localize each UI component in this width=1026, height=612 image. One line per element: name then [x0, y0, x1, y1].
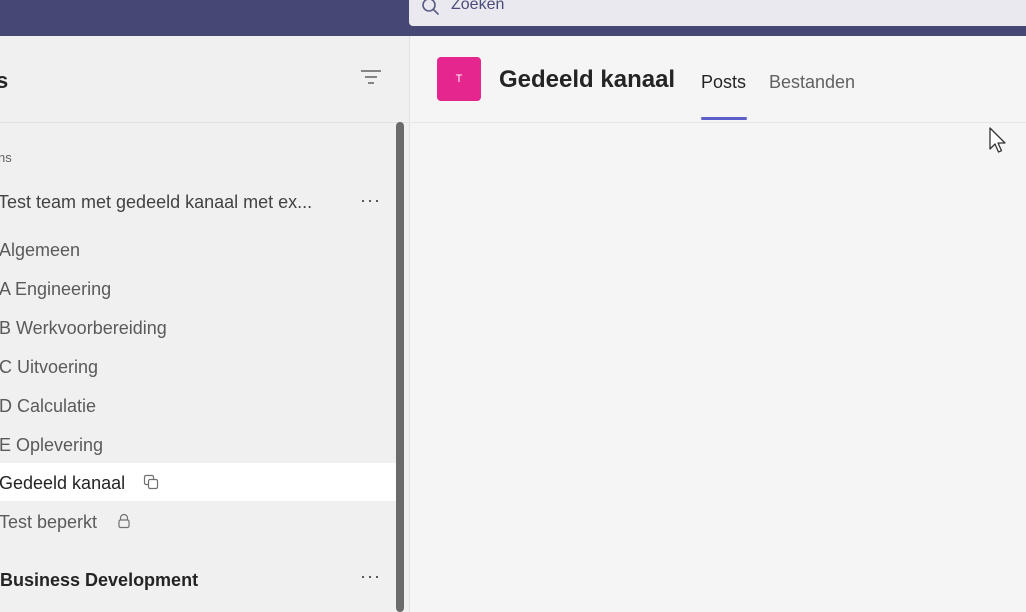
channel-item-algemeen[interactable]: Algemeen — [0, 230, 396, 268]
channel-label: A Engineering — [0, 279, 112, 299]
channel-avatar: T — [437, 57, 481, 101]
channel-label: Gedeeld kanaal — [0, 473, 126, 493]
search-box[interactable]: Zoeken — [409, 0, 1026, 26]
teams-panel-header: s — [0, 36, 408, 123]
section-label: ns — [0, 150, 12, 165]
filter-icon[interactable] — [360, 68, 382, 86]
channel-item-uitvoering[interactable]: C Uitvoering — [0, 347, 396, 385]
channel-label: Test beperkt — [0, 512, 98, 532]
team-more-options-icon[interactable]: ··· — [360, 190, 381, 211]
channel-label: C Uitvoering — [0, 357, 99, 377]
active-tab-indicator — [701, 117, 747, 120]
tab-bestanden[interactable]: Bestanden — [769, 72, 855, 93]
channel-label: B Werkvoorbereiding — [0, 318, 167, 338]
shared-channel-icon — [143, 474, 159, 490]
channel-item-engineering[interactable]: A Engineering — [0, 269, 396, 307]
top-bar: Zoeken — [0, 0, 1026, 36]
search-placeholder: Zoeken — [451, 0, 505, 13]
tab-posts[interactable]: Posts — [701, 72, 746, 93]
channel-header: T Gedeeld kanaal Posts Bestanden — [410, 36, 1026, 123]
channel-label: E Oplevering — [0, 435, 104, 455]
channel-item-calculatie[interactable]: D Calculatie — [0, 386, 396, 424]
team-more-options-icon[interactable]: ··· — [360, 566, 381, 587]
channel-label: Algemeen — [0, 240, 81, 260]
team-name: Business Development — [0, 570, 199, 590]
mouse-cursor-icon — [989, 127, 1006, 153]
channel-item-werkvoorbereiding[interactable]: B Werkvoorbereiding — [0, 308, 396, 346]
search-icon — [422, 0, 439, 15]
channel-item-test-beperkt[interactable]: Test beperkt — [0, 502, 396, 540]
channel-view: T Gedeeld kanaal Posts Bestanden — [410, 36, 1026, 612]
team-item[interactable]: Test team met gedeeld kanaal met ex... ·… — [0, 186, 396, 220]
team-name: Test team met gedeeld kanaal met ex... — [0, 192, 313, 212]
sidebar-scrollbar[interactable] — [396, 122, 404, 612]
channel-item-gedeeld-kanaal[interactable]: Gedeeld kanaal — [0, 463, 396, 501]
channel-title: Gedeeld kanaal — [499, 66, 676, 93]
team-item-business-development[interactable]: Business Development ··· — [0, 566, 396, 596]
lock-icon — [118, 513, 130, 529]
channel-item-oplevering[interactable]: E Oplevering — [0, 425, 396, 463]
teams-panel-title: s — [0, 68, 9, 93]
channel-label: D Calculatie — [0, 396, 97, 416]
